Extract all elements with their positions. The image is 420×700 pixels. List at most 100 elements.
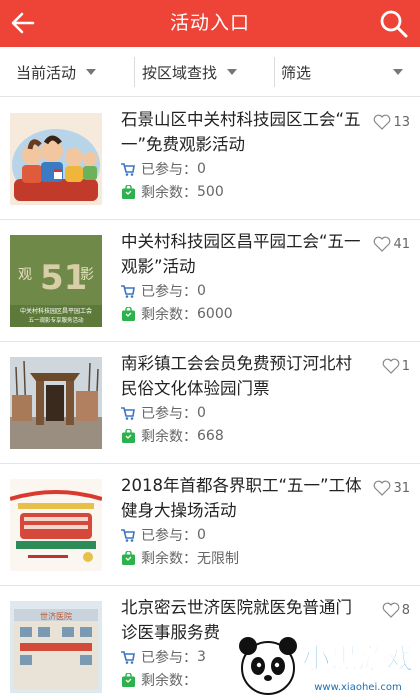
cart-icon [121,406,135,420]
caret-down-icon [393,69,404,75]
bag-icon [121,307,135,321]
activity-title: 南彩镇工会会员免费预订河北村民俗文化体验园门票 [121,354,352,398]
caret-down-icon [227,69,238,75]
joined-value: 0 [197,527,206,543]
remaining-label: 剩余数： [141,551,197,567]
list-item[interactable]: 南彩镇工会会员免费预订河北村民俗文化体验园门票 已参与： 0 剩余数： 668 1 [0,342,420,464]
like-count: 31 [393,480,410,496]
filter-bar: 当前活动 按区域查找 筛选 [0,47,420,97]
joined-label: 已参与： [141,162,197,178]
remaining-count: 剩余数： 无限制 [121,547,365,569]
thumbnail: 观 影 51 中关村科技园区昌平园工会 五一观影专享服务活动 [10,235,102,327]
item-info: 中关村科技园区昌平园工会“五一观影”活动 已参与： 0 剩余数： 6000 [121,229,365,325]
remaining-label: 剩余数： [141,673,197,689]
remaining-count: 剩余数： 500 [121,181,365,203]
activity-title: 中关村科技园区昌平园工会“五一观影”活动 [121,232,361,276]
like-button[interactable]: 1 [382,358,410,374]
app-header: 活动入口 [0,0,420,47]
list-item[interactable]: 观 影 51 中关村科技园区昌平园工会 五一观影专享服务活动 中关村科技园区昌平… [0,220,420,342]
bag-icon [121,673,135,687]
filter-label: 筛选 [281,63,312,82]
caret-down-icon [86,69,97,75]
joined-value: 0 [197,405,206,421]
joined-count: 已参与： 0 [121,524,365,546]
stadium-event-image [10,479,102,571]
joined-label: 已参与： [141,406,197,422]
back-button[interactable] [6,7,40,39]
joined-value: 0 [197,283,206,299]
like-button[interactable]: 41 [373,236,410,252]
item-info: 2018年首都各界职工“五一”工体健身大操场活动 已参与： 0 剩余数： 无限制 [121,473,365,569]
hospital-building-photo: 世济医院 [10,601,102,693]
cart-icon [121,650,135,664]
activity-title: 2018年首都各界职工“五一”工体健身大操场活动 [121,476,362,520]
may-day-movie-poster: 观 影 51 中关村科技园区昌平园工会 五一观影专享服务活动 [10,235,102,327]
remaining-count: 剩余数： 6000 [121,303,365,325]
thumb-line2: 五一观影专享服务活动 [28,316,84,324]
watermark: 小黑游戏 www.xiaohei.com [230,628,420,700]
joined-label: 已参与： [141,650,197,666]
search-icon [380,10,408,38]
joined-label: 已参与： [141,528,197,544]
remaining-value: 6000 [197,306,233,322]
list-item[interactable]: 2018年首都各界职工“五一”工体健身大操场活动 已参与： 0 剩余数： 无限制 3… [0,464,420,586]
item-info: 南彩镇工会会员免费预订河北村民俗文化体验园门票 已参与： 0 剩余数： 668 [121,351,365,447]
heart-icon [374,480,391,496]
thumb-char-left: 观 [18,267,32,283]
page-title: 活动入口 [169,12,250,34]
activity-title: 石景山区中关村科技园区工会“五一”免费观影活动 [121,110,361,154]
bag-icon [121,185,135,199]
joined-value: 3 [197,649,206,665]
watermark-url: www.xiaohei.com [314,682,402,693]
filter-screen[interactable]: 筛选 [281,47,411,97]
joined-count: 已参与： 0 [121,158,365,180]
item-info: 石景山区中关村科技园区工会“五一”免费观影活动 已参与： 0 剩余数： 500 [121,107,365,203]
like-count: 1 [401,358,410,374]
like-count: 8 [401,602,410,618]
joined-count: 已参与： 0 [121,402,365,424]
watermark-text: 小黑游戏 [302,642,414,675]
remaining-value: 500 [197,184,224,200]
bag-icon [121,551,135,565]
bag-icon [121,429,135,443]
like-button[interactable]: 8 [382,602,410,618]
cart-icon [121,284,135,298]
remaining-label: 剩余数： [141,185,197,201]
heart-icon [382,358,400,374]
folk-village-gate-photo [10,357,102,449]
remaining-value: 668 [197,428,224,444]
like-count: 41 [393,236,410,252]
thumb-banner: 世济医院 [40,611,72,621]
cart-icon [121,162,135,176]
heart-icon [382,602,400,618]
filter-by-region[interactable]: 按区域查找 [142,47,272,97]
thumbnail: 世济医院 [10,601,102,693]
back-arrow-icon [11,12,35,34]
joined-value: 0 [197,161,206,177]
joined-label: 已参与： [141,284,197,300]
activity-list: 石景山区中关村科技园区工会“五一”免费观影活动 已参与： 0 剩余数： 500 13… [0,98,420,700]
list-item[interactable]: 石景山区中关村科技园区工会“五一”免费观影活动 已参与： 0 剩余数： 500 13 [0,98,420,220]
thumbnail [10,357,102,449]
thumbnail [10,113,102,205]
joined-count: 已参与： 0 [121,280,365,302]
remaining-count: 剩余数： 668 [121,425,365,447]
filter-current-activity[interactable]: 当前活动 [16,47,134,97]
search-button[interactable] [376,6,412,42]
heart-icon [374,114,391,130]
like-button[interactable]: 31 [373,480,410,496]
heart-icon [374,236,391,252]
cart-icon [121,528,135,542]
filter-label: 当前活动 [16,63,77,82]
remaining-value: 无限制 [197,551,239,567]
divider [134,57,135,87]
like-button[interactable]: 13 [373,114,410,130]
like-count: 13 [393,114,410,130]
thumbnail [10,479,102,571]
filter-label: 按区域查找 [142,63,218,82]
divider [274,57,275,87]
remaining-label: 剩余数： [141,429,197,445]
cinema-family-image [10,113,102,205]
remaining-label: 剩余数： [141,307,197,323]
thumb-line1: 中关村科技园区昌平园工会 [20,307,92,315]
